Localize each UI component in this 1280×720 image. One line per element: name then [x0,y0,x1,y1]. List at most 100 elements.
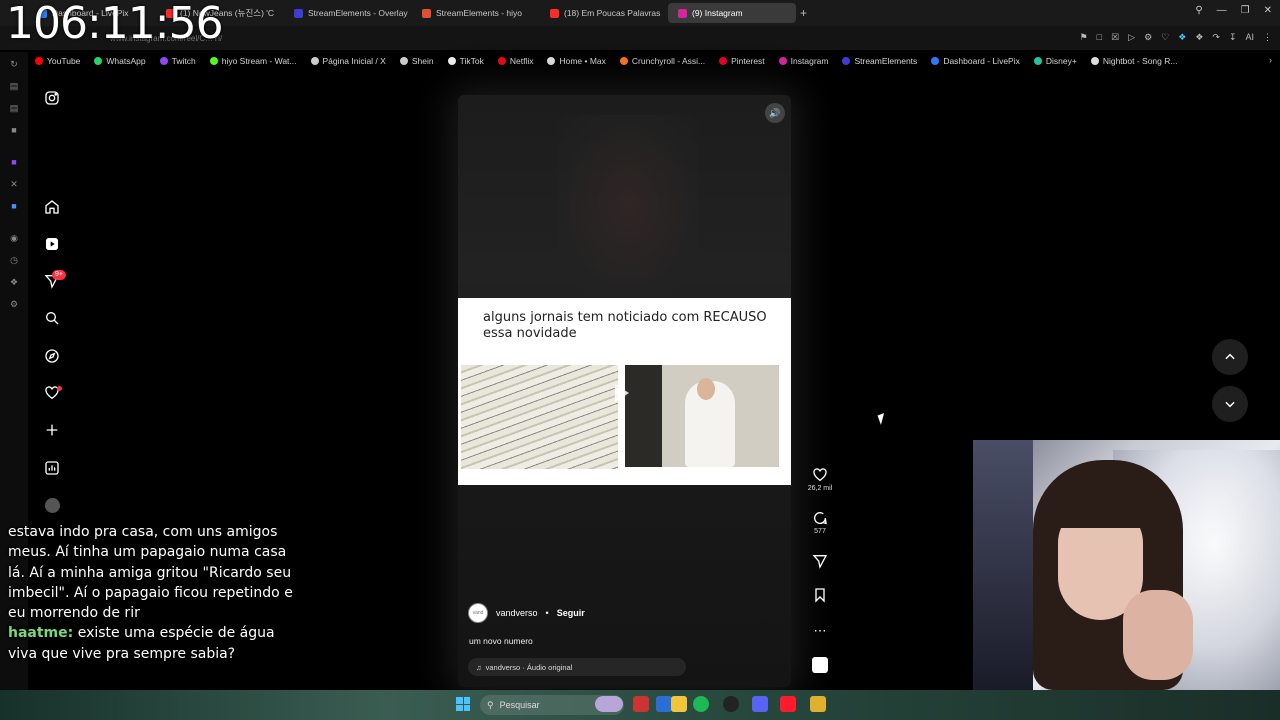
bookmark-hiyo-stream[interactable]: hiyo Stream - Wat... [203,56,304,66]
search-icon[interactable] [43,309,61,327]
instagram-logo-icon[interactable] [43,89,61,107]
wallet-icon[interactable]: ▤ [8,80,20,92]
adblock-icon[interactable]: ☒ [1111,32,1119,43]
new-tab-button[interactable]: + [800,6,814,20]
bookmark-netflix[interactable]: Netflix [491,56,541,66]
twitch-icon [159,57,168,65]
restore-icon[interactable]: ❐ [1241,5,1250,16]
separator: • [545,608,549,618]
bookmark-label: Twitch [171,56,196,66]
ai-icon[interactable]: AI [1245,32,1254,43]
obs-icon[interactable] [723,696,739,712]
player-icon[interactable]: ▷ [1128,32,1135,43]
close-icon[interactable]: ✕ [1264,5,1272,16]
extension-icon[interactable]: ❖ [1178,32,1186,43]
author-name[interactable]: vandverso [496,608,538,618]
player-icon[interactable]: ◉ [8,232,20,244]
bookmark-livepix[interactable]: Dashboard - LivePix [924,56,1027,66]
bookmark-label: hiyo Stream - Wat... [221,56,297,66]
settings-icon[interactable]: ⚙ [1144,32,1152,43]
heart-icon[interactable]: ♡ [1161,32,1169,43]
extensions-icon[interactable]: ❖ [8,276,20,288]
home-icon[interactable] [43,198,61,216]
bookmark-instagram[interactable]: Instagram [772,56,836,66]
puzzle-icon[interactable]: ❖ [1195,32,1203,43]
create-icon[interactable] [43,421,61,439]
webcam-background [973,440,1033,690]
tab-streamelements-hiyo[interactable]: StreamElements - hiyo [412,3,540,23]
like-button[interactable]: 26,2 mil [805,467,835,492]
opera-icon[interactable] [780,696,796,712]
bookmark-pinterest[interactable]: Pinterest [712,56,772,66]
bookmark-disney[interactable]: Disney+ [1027,56,1084,66]
bookmark-whatsapp[interactable]: WhatsApp [87,56,152,66]
audio-link[interactable]: ♫ vandverso · Áudio original [468,658,686,676]
comment-button[interactable]: 577 [805,510,835,535]
author-avatar[interactable]: vand [468,603,488,623]
kick-icon [209,57,218,65]
instagram-icon [678,8,687,18]
file-explorer-icon[interactable] [671,696,687,712]
bookmark-x[interactable]: Página Inicial / X [304,56,393,66]
bookmark-label: Instagram [790,56,829,66]
profile-avatar[interactable] [45,498,60,513]
bookmark-label: Shein [411,56,434,66]
minimize-icon[interactable]: — [1217,5,1227,16]
bookmark-crunchyroll[interactable]: Crunchyroll - Assi... [613,56,712,66]
next-reel-button[interactable] [1212,386,1248,422]
bookmark-tiktok[interactable]: TikTok [441,56,491,66]
window-controls: ⚲ — ❐ ✕ [1195,5,1272,16]
twitch-icon[interactable]: ■ [8,156,20,168]
bookmark-max[interactable]: Home • Max [540,56,612,66]
reload-icon[interactable]: ↻ [8,58,20,70]
bookmark-icon[interactable]: ⚑ [1080,32,1088,43]
play-icon[interactable] [615,384,629,402]
volume-icon[interactable]: 🔊 [765,103,785,123]
save-button[interactable] [805,587,835,603]
menu-icon[interactable]: ⋮ [1263,32,1272,43]
tab-label: (18) Em Poucas Palavras [564,8,661,18]
bookmark-twitch[interactable]: Twitch [153,56,203,66]
settings-icon[interactable]: ⚙ [8,298,20,310]
bookmark-nightbot[interactable]: Nightbot - Song R... [1084,56,1185,66]
screenshot-icon[interactable]: □ [1097,32,1102,43]
share-icon[interactable]: ↷ [1212,32,1220,43]
streamelements-icon [842,57,851,65]
bookmarks-overflow-icon[interactable]: › [1269,55,1272,65]
bookmark-label: StreamElements [854,56,918,66]
discord-icon[interactable] [752,696,768,712]
tab-instagram[interactable]: (9) Instagram [668,3,796,23]
x-icon[interactable]: ✕ [8,178,20,190]
notes-icon[interactable]: ▤ [8,102,20,114]
tab-em-poucas-palavras[interactable]: (18) Em Poucas Palavras [540,3,668,23]
app-icon[interactable] [656,696,672,712]
bookmarks-bar: YouTube WhatsApp Twitch hiyo Stream - Wa… [28,52,1280,70]
search-highlight-icon[interactable] [595,696,623,712]
share-button[interactable] [805,553,835,569]
app-icon[interactable]: ■ [8,200,20,212]
stream-chat-overlay: estava indo pra casa, com uns amigos meu… [8,522,298,664]
dashboard-icon[interactable] [43,459,61,477]
bookmark-youtube[interactable]: YouTube [28,56,87,66]
windows-start-icon[interactable] [456,697,470,711]
like-count: 26,2 mil [807,485,833,492]
audio-thumbnail[interactable] [812,657,828,673]
more-options-icon[interactable]: ⋯ [805,623,835,639]
explore-icon[interactable] [43,347,61,365]
messenger-icon[interactable]: ■ [8,124,20,136]
search-tabs-icon[interactable]: ⚲ [1195,5,1202,16]
reels-icon[interactable] [43,235,61,253]
reel-content-card: alguns jornais tem noticiado com RECAUSO… [458,298,791,485]
app-icon[interactable] [810,696,826,712]
reel-video[interactable]: 🔊 alguns jornais tem noticiado com RECAU… [458,95,791,687]
history-icon[interactable]: ◷ [8,254,20,266]
bookmark-shein[interactable]: Shein [393,56,441,66]
bookmark-streamelements[interactable]: StreamElements [835,56,924,66]
follow-button[interactable]: Seguir [557,608,585,618]
app-icon[interactable] [633,696,649,712]
download-icon[interactable]: ↧ [1229,32,1237,43]
spotify-icon[interactable] [693,696,709,712]
previous-reel-button[interactable] [1212,339,1248,375]
bookmark-label: Página Inicial / X [322,56,386,66]
tab-streamelements-overlay[interactable]: StreamElements - Overlay [284,3,412,23]
